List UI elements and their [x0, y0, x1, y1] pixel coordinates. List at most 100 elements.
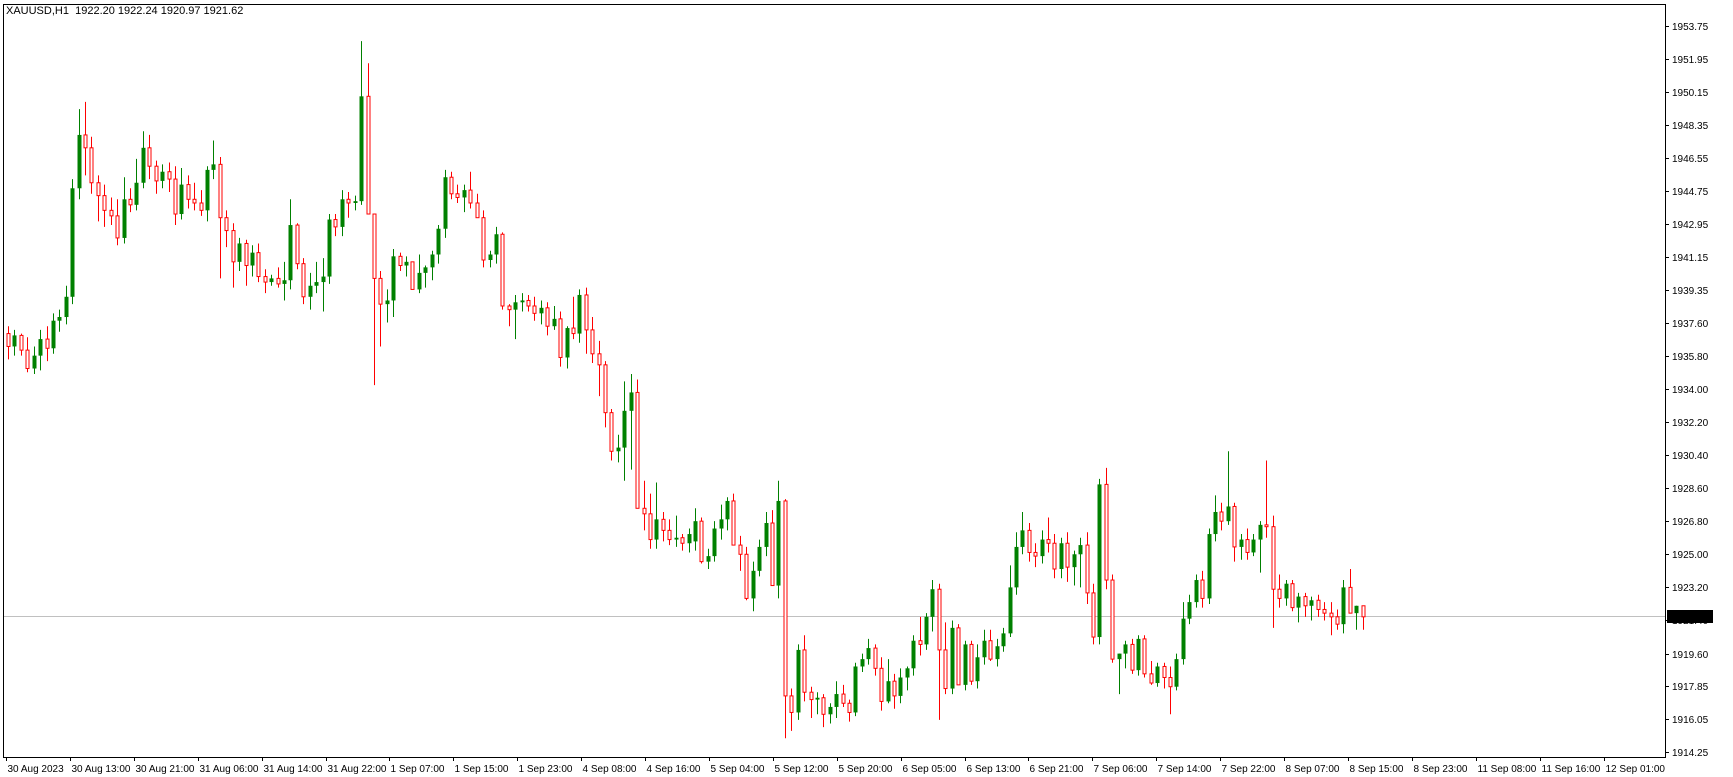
candle-body — [950, 627, 955, 689]
candle-body — [1123, 644, 1128, 654]
x-tick-label: 31 Aug 06:00 — [200, 764, 259, 775]
candle-body — [1354, 605, 1359, 614]
candle-body — [1072, 554, 1077, 568]
candle-body — [1322, 608, 1327, 614]
candle-body — [924, 616, 929, 645]
candle-body — [308, 285, 313, 297]
candle-body — [282, 280, 287, 284]
candle-body — [391, 256, 396, 301]
candle — [731, 493, 736, 546]
x-tick-label: 12 Sep 01:00 — [1606, 764, 1666, 775]
candle-body — [622, 410, 627, 448]
candle-body — [231, 230, 236, 263]
candle-body — [789, 695, 794, 713]
candle-body — [841, 693, 846, 704]
y-tick-label: 1928.60 — [1672, 484, 1709, 495]
candle-body — [719, 519, 724, 529]
price-chart[interactable]: 1953.75 1951.95 1950.15 1948.35 1946.55 1944.… — [0, 0, 1733, 777]
candle-body — [1284, 583, 1289, 599]
candle-body — [783, 500, 788, 697]
candle-body — [1027, 529, 1032, 553]
candle-body — [1309, 600, 1314, 606]
candle-body — [244, 242, 249, 267]
candle-body — [443, 177, 448, 229]
candle-body — [545, 307, 550, 327]
candle-body — [821, 697, 826, 715]
y-tick-label: 1948.35 — [1672, 121, 1709, 132]
candle-body — [1136, 638, 1141, 671]
candle-body — [802, 649, 807, 693]
y-tick-label: 1939.35 — [1672, 286, 1709, 297]
candle-body — [635, 391, 640, 509]
candle-body — [321, 276, 326, 283]
candle-body — [141, 147, 146, 183]
candle-body — [744, 553, 749, 599]
y-tick-label: 1917.85 — [1672, 682, 1709, 693]
candle-body — [866, 648, 871, 660]
candle-body — [597, 353, 602, 366]
candle-body — [1078, 545, 1083, 555]
y-tick-label: 1944.75 — [1672, 187, 1709, 198]
candle-body — [417, 272, 422, 290]
candle — [1104, 467, 1109, 590]
candle-body — [1245, 539, 1250, 553]
candle-body — [860, 659, 865, 667]
candle-body — [378, 277, 383, 305]
candle-body — [706, 556, 711, 562]
candle-body — [539, 307, 544, 314]
y-tick-label: 1953.75 — [1672, 22, 1709, 33]
candle-body — [513, 302, 518, 310]
x-tick-label: 7 Sep 14:00 — [1158, 764, 1212, 775]
candle-body — [520, 300, 525, 303]
candle — [950, 620, 955, 695]
candle-body — [1162, 665, 1167, 679]
candle-body — [250, 252, 255, 266]
chart-window[interactable]: 1953.75 1951.95 1950.15 1948.35 1946.55 1944.… — [0, 0, 1733, 777]
candle — [969, 640, 974, 685]
candle-body — [147, 147, 152, 167]
candle-body — [398, 255, 403, 267]
y-tick-label: 1950.15 — [1672, 88, 1709, 99]
candle-body — [873, 647, 878, 669]
candle-body — [751, 570, 756, 599]
candle-body — [982, 640, 987, 658]
candle — [1174, 653, 1179, 691]
candle-body — [1155, 666, 1160, 684]
candle-body — [333, 219, 338, 228]
candle-body — [507, 305, 512, 311]
candle-body — [154, 165, 159, 182]
candle-body — [577, 294, 582, 334]
candle-body — [853, 666, 858, 713]
candle-body — [449, 176, 454, 195]
x-tick-label: 4 Sep 08:00 — [583, 764, 637, 775]
candle-body — [1271, 526, 1276, 590]
candle-body — [1316, 599, 1321, 610]
x-tick-label: 5 Sep 04:00 — [711, 764, 765, 775]
candle-body — [481, 217, 486, 261]
candle-body — [995, 646, 1000, 660]
candle — [956, 624, 961, 686]
candle-body — [642, 507, 647, 515]
candle — [327, 214, 332, 284]
candle-body — [57, 317, 62, 321]
candle-body — [1187, 602, 1192, 619]
candle-body — [1174, 659, 1179, 687]
x-tick-label: 30 Aug 13:00 — [72, 764, 131, 775]
candle — [1110, 574, 1115, 663]
candle — [796, 644, 801, 720]
candle-body — [930, 589, 935, 617]
y-tick-label: 1937.60 — [1672, 319, 1709, 330]
candle-body — [776, 500, 781, 586]
candle-body — [1200, 579, 1205, 599]
candle-body — [12, 335, 17, 347]
candle-body — [1329, 612, 1334, 618]
candle-body — [892, 680, 897, 697]
x-tick-label: 11 Sep 16:00 — [1542, 764, 1601, 775]
x-tick-label: 1 Sep 15:00 — [455, 764, 509, 775]
candle — [744, 546, 749, 601]
candle-body — [237, 243, 242, 262]
candle-body — [532, 305, 537, 314]
candle — [635, 379, 640, 509]
candle — [1136, 635, 1141, 676]
candle-body — [693, 521, 698, 542]
